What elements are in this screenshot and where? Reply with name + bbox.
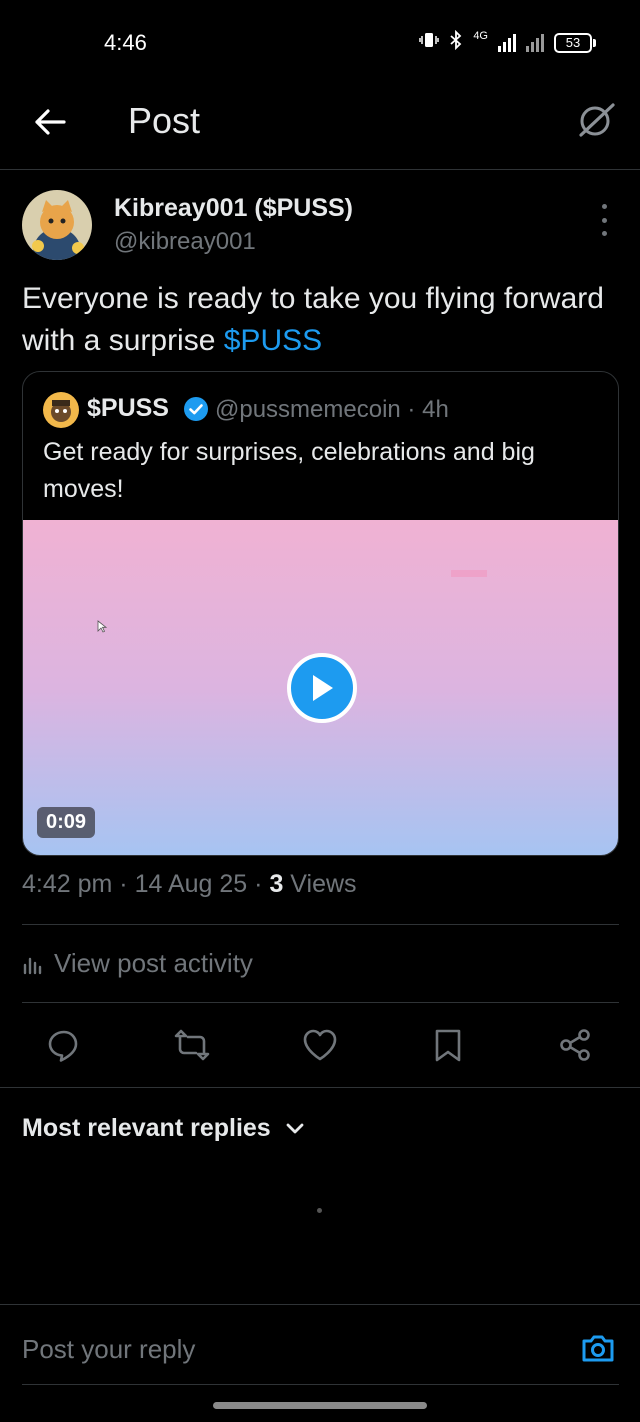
bookmark-icon [435,1029,461,1062]
post-date: 14 Aug 25 [134,870,248,898]
loading-indicator [317,1208,322,1213]
share-icon [560,1029,590,1061]
top-bar: Post [0,86,640,170]
grok-icon [579,103,615,137]
play-button[interactable] [287,653,357,723]
signal-2-icon [526,33,544,52]
divider [0,1087,640,1088]
like-button[interactable] [295,1020,345,1070]
reply-input[interactable] [22,1334,542,1365]
action-bar [0,1020,640,1070]
status-bar: 4:46 4G 53 [0,0,640,86]
divider [22,1384,619,1385]
vibrate-icon [419,30,440,55]
avatar[interactable] [22,190,92,260]
post-meta: 4:42 pm · 14 Aug 25 · 3 Views [22,870,357,898]
play-icon [313,675,333,701]
reply-icon [48,1030,78,1062]
battery-level: 53 [554,32,592,53]
replies-sort-dropdown[interactable]: Most relevant replies [22,1114,305,1143]
grok-button[interactable] [574,98,618,142]
post-time: 4:42 pm [22,870,113,898]
verified-badge-icon [183,396,209,422]
battery-icon: 53 [554,32,596,53]
post-text: Everyone is ready to take you flying for… [22,282,604,357]
video-duration: 0:09 [37,807,96,838]
home-indicator[interactable] [213,1402,427,1409]
repost-icon [174,1029,210,1061]
quoted-name: $PUSS [87,394,169,422]
status-time: 4:46 [104,30,147,55]
share-button[interactable] [550,1020,600,1070]
views-count: 3 [269,870,284,898]
signal-icon [498,33,516,52]
page-title: Post [128,100,201,141]
more-icon-dot [601,204,607,209]
video-player[interactable]: 0:09 [23,520,618,855]
divider [22,1002,619,1003]
author-handle[interactable]: @kibreay001 [114,228,256,256]
repost-button[interactable] [167,1020,217,1070]
quoted-avatar [43,392,79,428]
cashtag-link[interactable]: $PUSS [224,324,322,357]
bluetooth-icon [449,29,463,55]
analytics-icon [23,957,42,974]
divider [0,1304,640,1305]
camera-button[interactable] [580,1330,616,1366]
status-icons: 4G 53 [419,29,596,55]
arrow-left-icon [35,109,66,135]
views-label: Views [290,870,357,898]
network-type: 4G [473,30,488,42]
bookmark-button[interactable] [423,1020,473,1070]
video-frame-mark [451,570,487,577]
back-button[interactable] [30,102,70,142]
view-activity-label: View post activity [54,948,253,978]
divider [22,924,619,925]
replies-sort-label: Most relevant replies [22,1114,271,1142]
camera-icon [582,1335,614,1362]
quoted-handle: @pussmemecoin · 4h [215,396,449,423]
view-activity-button[interactable]: View post activity [22,948,253,979]
author-name[interactable]: Kibreay001 ($PUSS) [114,194,353,223]
quoted-post[interactable]: $PUSS @pussmemecoin · 4h Get ready for s… [22,371,619,856]
more-options-button[interactable] [594,204,614,236]
chevron-down-icon [286,1123,304,1133]
cursor-icon [97,620,108,639]
reply-button[interactable] [39,1020,89,1070]
like-icon [303,1029,337,1061]
quoted-text: Get ready for surprises, celebrations an… [43,438,535,503]
